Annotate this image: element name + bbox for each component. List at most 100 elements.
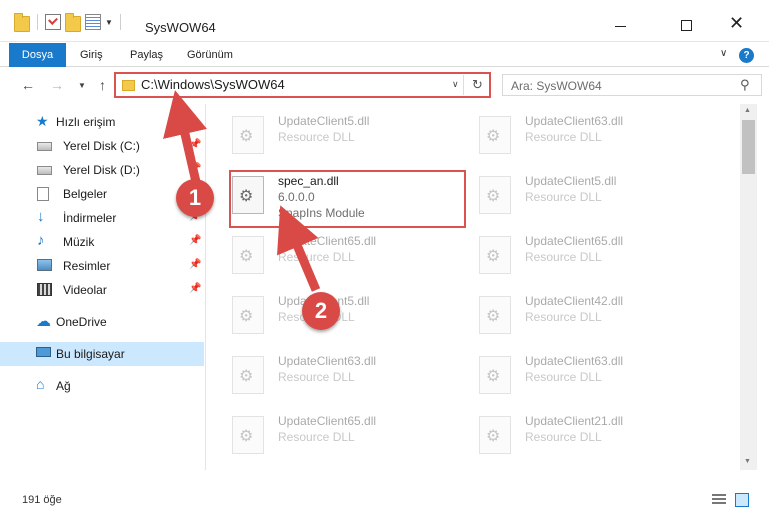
new-folder-icon[interactable] <box>65 13 81 32</box>
quick-access-toolbar: ▼ <box>14 13 124 32</box>
sidebar-item-local-disk-d[interactable]: Yerel Disk (D:) 📌 <box>0 158 204 182</box>
list-item[interactable]: UpdateClient63.dll Resource DLL <box>479 112 709 160</box>
chevron-down-icon[interactable]: ▼ <box>105 18 113 27</box>
dll-file-icon <box>479 416 511 454</box>
scrollbar-thumb[interactable] <box>742 120 755 174</box>
file-type: Resource DLL <box>278 370 355 384</box>
dll-file-icon <box>479 176 511 214</box>
disk-icon <box>37 142 52 151</box>
sidebar-item-label: Müzik <box>63 235 95 249</box>
tab-paylas[interactable]: Paylaş <box>130 43 163 67</box>
sidebar-item-local-disk-c[interactable]: Yerel Disk (C:) 📌 <box>0 134 204 158</box>
videos-icon <box>37 283 52 296</box>
sidebar-item-pictures[interactable]: Resimler 📌 <box>0 254 204 278</box>
back-arrow-icon[interactable]: ← <box>21 77 35 93</box>
search-icon[interactable]: ⚲ <box>740 77 750 93</box>
pictures-icon <box>37 259 52 271</box>
forward-arrow-icon[interactable]: → <box>50 77 64 93</box>
dll-file-icon <box>479 296 511 334</box>
sidebar-item-label: Resimler <box>63 259 111 273</box>
scroll-up-icon[interactable]: ▲ <box>744 107 751 114</box>
item-count: 191 öğe <box>22 494 62 506</box>
tab-giris[interactable]: Giriş <box>80 43 103 67</box>
ribbon-tabs: Dosya Giriş Paylaş Görünüm ∨ ? <box>0 43 769 67</box>
list-item[interactable]: UpdateClient63.dll Resource DLL <box>479 352 709 400</box>
sidebar-item-onedrive[interactable]: ☁ OneDrive <box>0 310 204 334</box>
list-item[interactable]: UpdateClient5.dll Resource DLL <box>479 172 709 220</box>
pin-icon[interactable]: 📌 <box>189 163 201 174</box>
tab-dosya[interactable]: Dosya <box>9 43 66 67</box>
navigation-pane: ★ Hızlı erişim Yerel Disk (C:) 📌 Yerel D… <box>0 104 206 470</box>
tiles-view-icon[interactable] <box>735 493 749 507</box>
close-icon: ✕ <box>729 13 745 33</box>
pin-icon[interactable]: 📌 <box>189 235 201 246</box>
sidebar-item-quick-access[interactable]: ★ Hızlı erişim <box>0 110 204 134</box>
sidebar-item-label: Yerel Disk (D:) <box>63 163 140 177</box>
list-item[interactable]: UpdateClient5.dll Resource DLL <box>232 112 462 160</box>
dll-file-icon <box>232 296 264 334</box>
list-item[interactable]: UpdateClient65.dll Resource DLL <box>232 412 462 460</box>
sidebar-item-label: Yerel Disk (C:) <box>63 139 140 153</box>
file-type: Resource DLL <box>525 310 602 324</box>
file-name: UpdateClient65.dll <box>525 234 624 248</box>
maximize-icon <box>681 20 692 31</box>
maximize-button[interactable] <box>664 12 710 42</box>
list-item[interactable]: UpdateClient65.dll Resource DLL <box>232 232 462 280</box>
expand-ribbon-icon[interactable]: ∨ <box>720 48 727 59</box>
file-type: Resource DLL <box>525 430 602 444</box>
divider <box>119 14 121 30</box>
dll-file-icon <box>232 116 264 154</box>
sidebar-item-videos[interactable]: Videolar 📌 <box>0 278 204 302</box>
documents-icon <box>37 187 49 201</box>
sidebar-item-label: Hızlı erişim <box>56 115 116 129</box>
recent-locations-chevron-icon[interactable]: ▼ <box>78 81 86 90</box>
list-item[interactable]: UpdateClient63.dll Resource DLL <box>232 352 462 400</box>
file-name: UpdateClient63.dll <box>278 354 377 368</box>
divider <box>37 14 38 30</box>
sidebar-item-label: Ağ <box>56 379 71 393</box>
properties-check-icon[interactable] <box>45 14 61 30</box>
scroll-down-icon[interactable]: ▼ <box>744 458 751 465</box>
sidebar-item-label: Bu bilgisayar <box>56 347 125 361</box>
sidebar-item-label: OneDrive <box>56 315 107 329</box>
sidebar-item-documents[interactable]: Belgeler 📌 <box>0 182 204 206</box>
file-name: UpdateClient65.dll <box>278 234 377 248</box>
refresh-icon[interactable]: ↻ <box>472 77 483 93</box>
search-placeholder: Ara: SysWOW64 <box>511 79 602 93</box>
sidebar-item-downloads[interactable]: ↓ İndirmeler 📌 <box>0 206 204 230</box>
help-icon[interactable]: ? <box>739 48 754 63</box>
dll-file-icon <box>479 236 511 274</box>
vertical-scrollbar[interactable]: ▲ ▼ <box>740 104 757 470</box>
list-item[interactable]: UpdateClient42.dll Resource DLL <box>479 292 709 340</box>
up-arrow-icon[interactable]: ↑ <box>99 77 106 93</box>
file-type: Resource DLL <box>278 130 355 144</box>
search-input[interactable]: Ara: SysWOW64 ⚲ <box>502 74 762 96</box>
dll-file-icon <box>479 356 511 394</box>
file-name: UpdateClient65.dll <box>278 414 377 428</box>
tab-gorunum[interactable]: Görünüm <box>187 43 233 67</box>
navigation-bar: ← → ▼ ↑ C:\Windows\SysWOW64 ∨ ↻ Ara: Sys… <box>0 68 769 102</box>
dll-file-icon <box>232 416 264 454</box>
sidebar-item-network[interactable]: ⌂ Ağ <box>0 374 204 398</box>
file-name: UpdateClient42.dll <box>525 294 624 308</box>
file-list: UpdateClient5.dll Resource DLL spec_an.d… <box>207 104 740 470</box>
minimize-button[interactable] <box>598 12 644 42</box>
properties-icon[interactable] <box>85 14 101 30</box>
dll-file-icon <box>479 116 511 154</box>
list-item[interactable]: UpdateClient65.dll Resource DLL <box>479 232 709 280</box>
downloads-icon: ↓ <box>37 208 45 225</box>
sidebar-item-this-pc[interactable]: Bu bilgisayar <box>0 342 204 366</box>
pin-icon[interactable]: 📌 <box>189 139 201 150</box>
file-name: UpdateClient5.dll <box>278 114 370 128</box>
close-button[interactable]: ✕ <box>714 12 760 42</box>
details-view-icon[interactable] <box>712 494 726 506</box>
file-name: UpdateClient63.dll <box>525 354 624 368</box>
sidebar-item-music[interactable]: ♪ Müzik 📌 <box>0 230 204 254</box>
list-item[interactable]: UpdateClient21.dll Resource DLL <box>479 412 709 460</box>
file-type: Resource DLL <box>525 370 602 384</box>
pin-icon[interactable]: 📌 <box>189 283 201 294</box>
list-item[interactable]: UpdateClient5.dll Resource DLL <box>232 292 462 340</box>
pin-icon[interactable]: 📌 <box>189 259 201 270</box>
step-2-badge: 2 <box>302 292 340 330</box>
file-type: Resource DLL <box>525 190 602 204</box>
